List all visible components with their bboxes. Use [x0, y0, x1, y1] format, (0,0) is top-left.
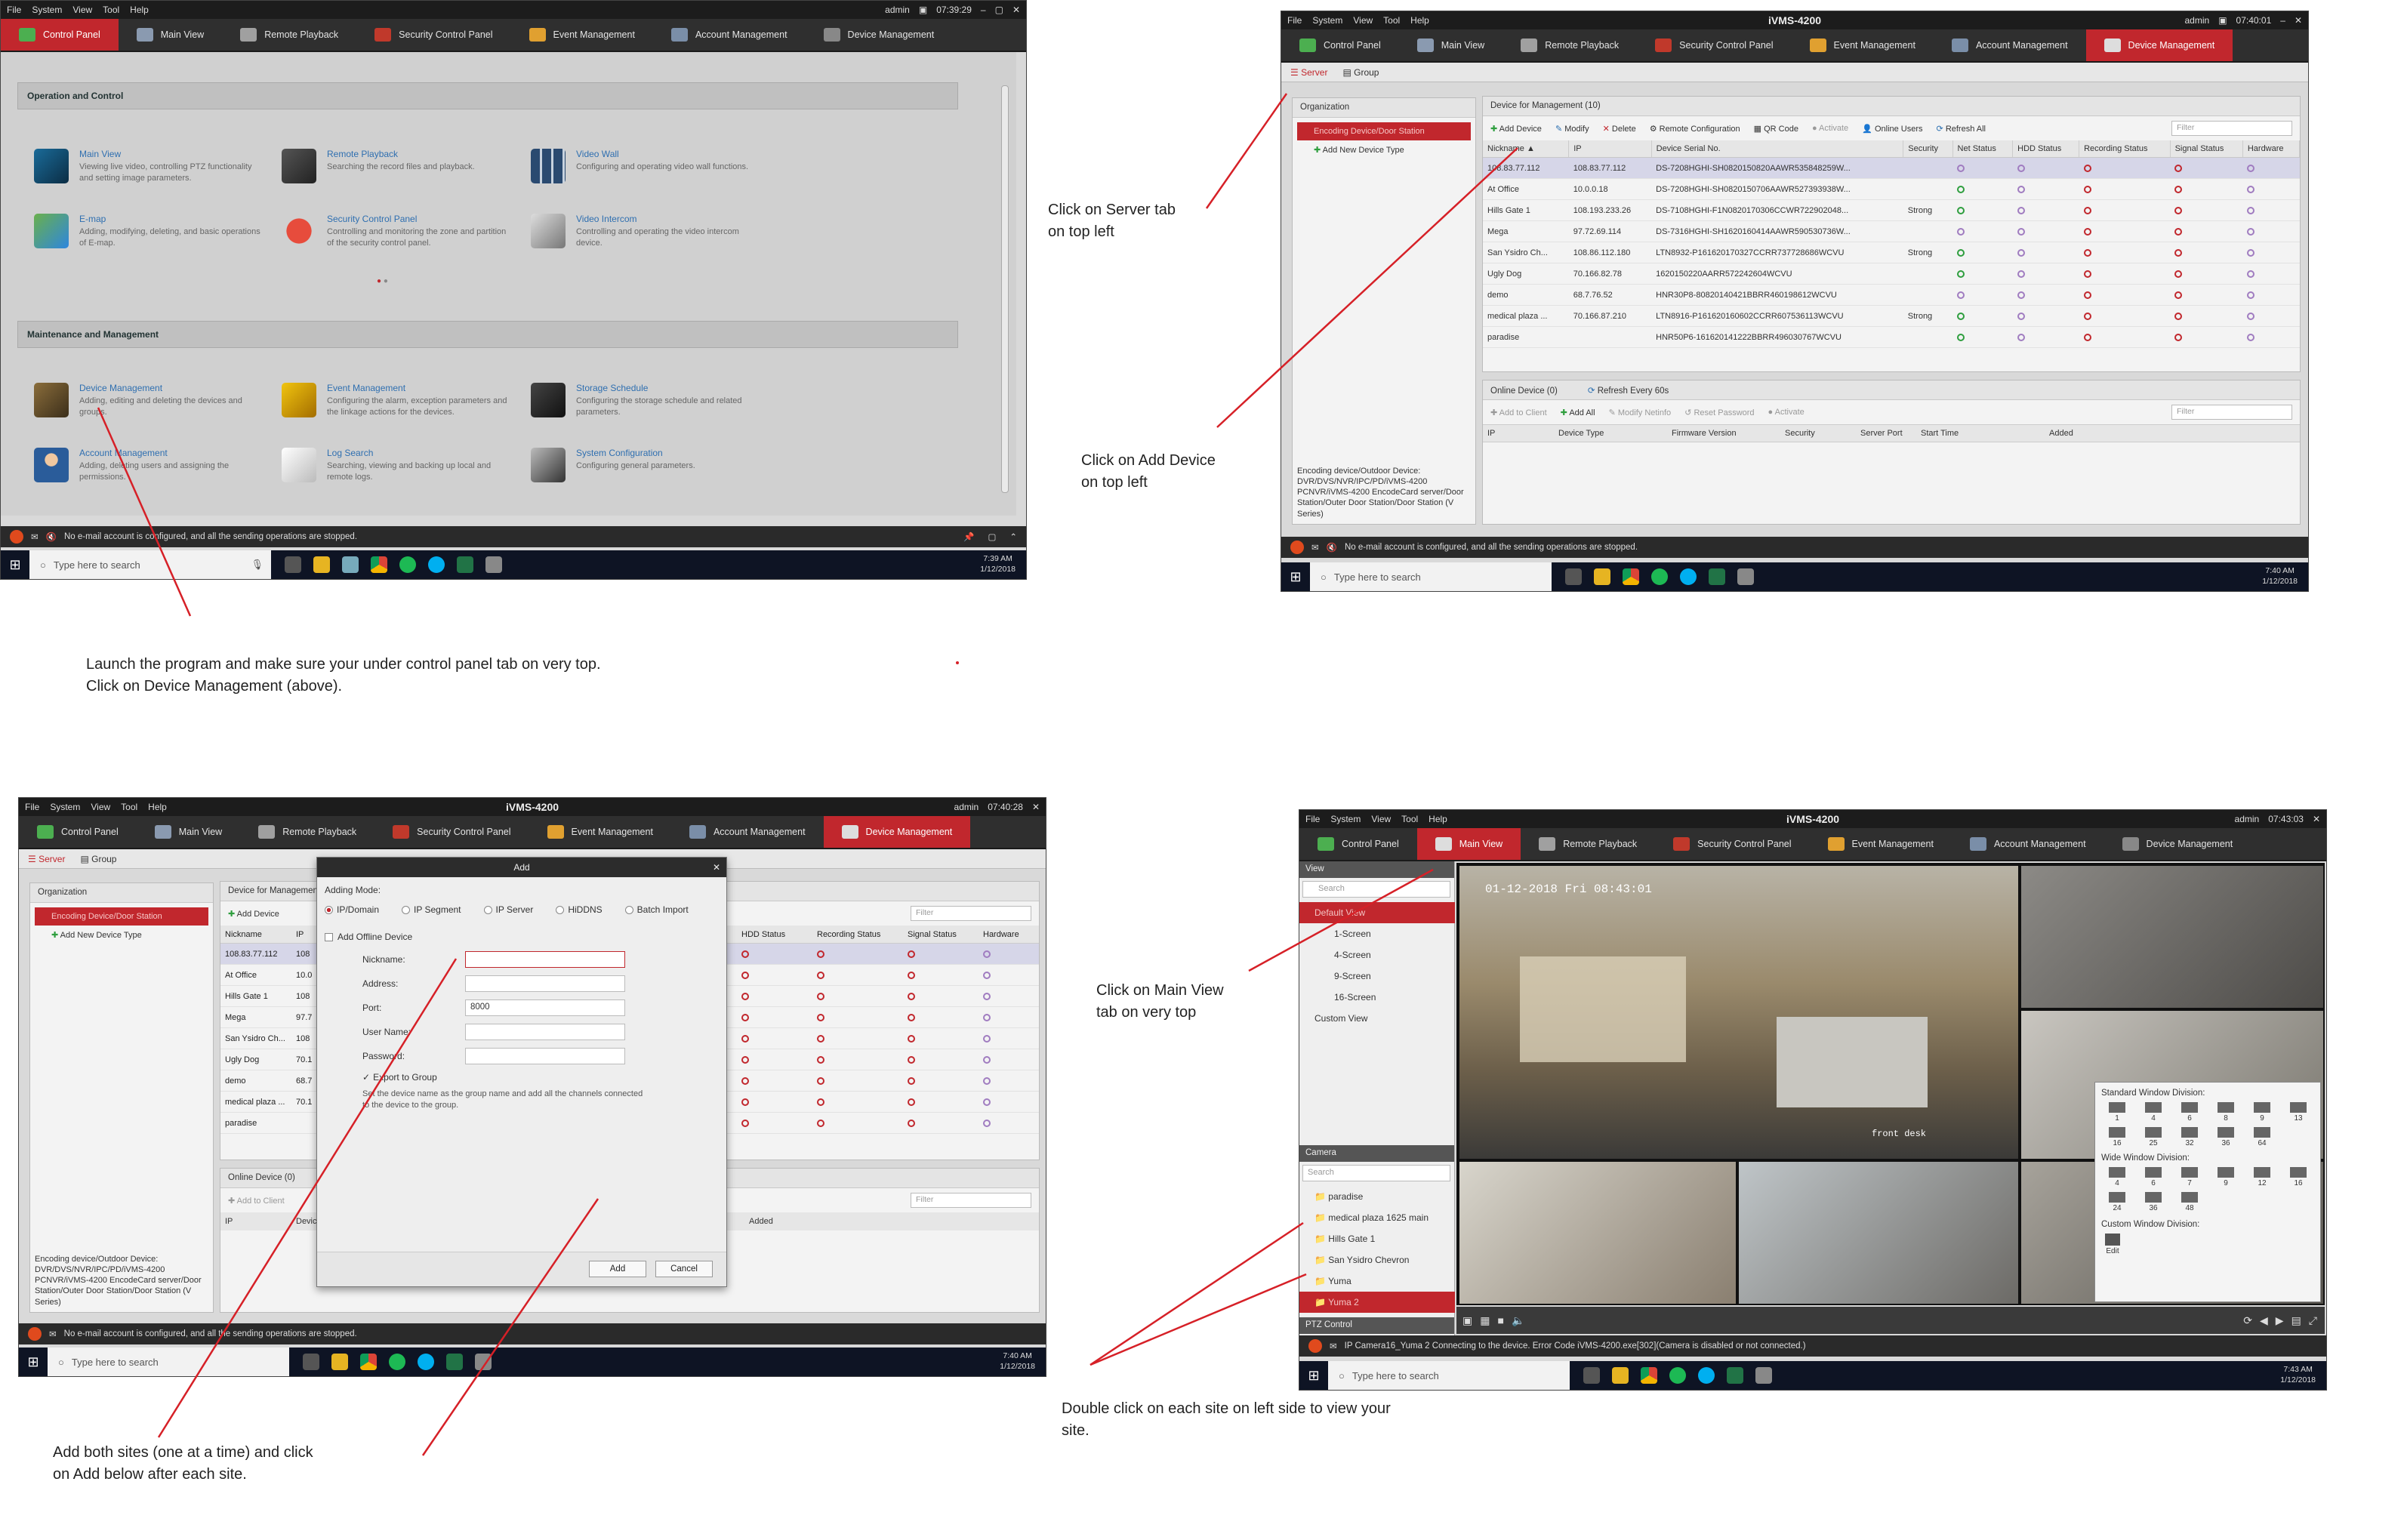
arrow-to-add-button	[421, 1198, 599, 1456]
annotation-arrows	[97, 93, 1518, 1456]
stray-dot	[956, 661, 959, 664]
arrow-to-main-view-tab	[1248, 868, 1434, 972]
arrow-to-camera-list-b	[1090, 1273, 1307, 1366]
arrow-to-add-device	[1216, 147, 1518, 428]
tutorial-page: File System View Tool Help admin ▣ 07:39:29– ▢ ✕…	[0, 0, 2404, 1540]
arrow-to-nickname	[157, 958, 458, 1438]
arrow-to-device-management	[97, 407, 192, 617]
arrow-to-camera-list-a	[1090, 1221, 1304, 1366]
arrow-to-server-tab	[1205, 93, 1288, 209]
